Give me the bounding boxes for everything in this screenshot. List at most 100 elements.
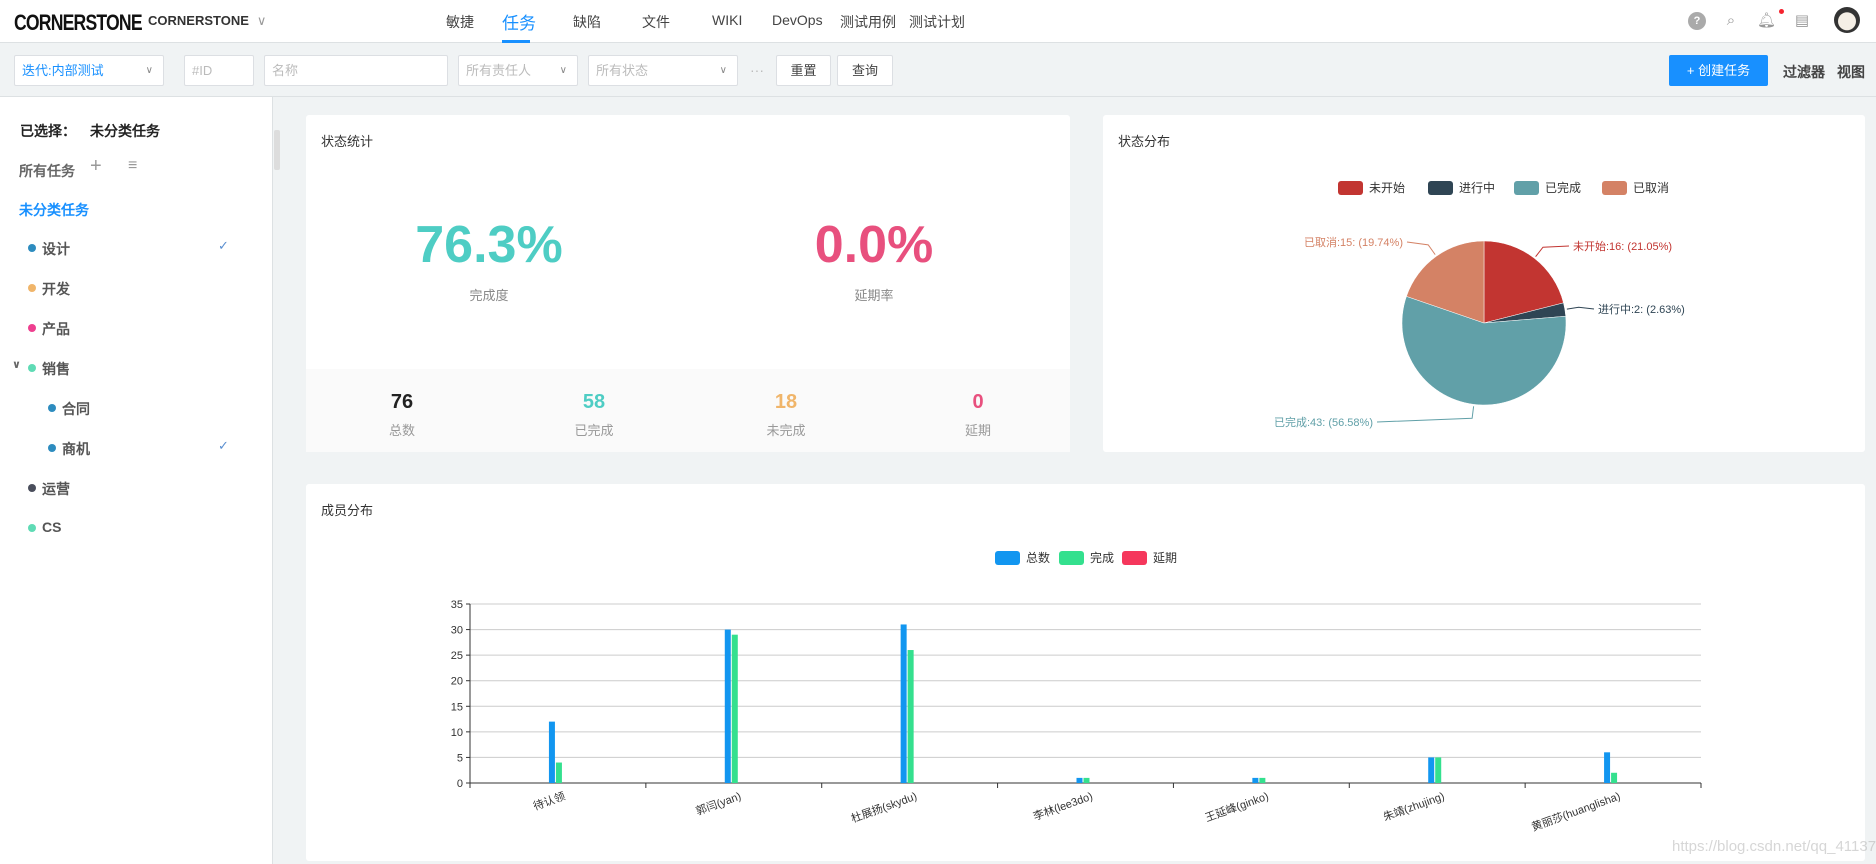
y-tick-label: 10 bbox=[451, 727, 463, 739]
delay-rate-label: 延期率 bbox=[854, 288, 894, 303]
avatar[interactable] bbox=[1834, 7, 1860, 33]
bar[interactable] bbox=[1259, 777, 1266, 783]
stat-item: 0 延期 bbox=[918, 391, 1038, 439]
stat-item: 58 已完成 bbox=[534, 391, 654, 439]
bar[interactable] bbox=[1604, 752, 1611, 783]
stats-row: 76 总数 58 已完成 18 未完成 0 延期 bbox=[306, 369, 1070, 452]
sidebar-category-item[interactable]: 运营 bbox=[0, 478, 273, 498]
bar[interactable] bbox=[555, 762, 562, 783]
nav-tab[interactable]: 测试计划 bbox=[909, 12, 965, 32]
sidebar-category-item[interactable]: 产品 bbox=[0, 318, 273, 338]
pie-label-line bbox=[1566, 306, 1595, 310]
category-color-dot bbox=[28, 524, 36, 532]
top-navbar: CORNERSTONE CORNERSTONE ∨ 敏捷 任务 缺陷 文件 WIKI Dev… bbox=[0, 0, 1876, 44]
pie-label-line bbox=[1406, 241, 1436, 255]
chevron-down-icon: ∨ bbox=[559, 65, 567, 76]
x-tick-label: 朱靖(zhujing) bbox=[1381, 790, 1446, 824]
member-bar-chart: 0 5 10 15 20 25 30 35 待认领 郭闫(yan) 杜展扬(skydu) 李林(lee… bbox=[451, 599, 1702, 834]
uncategorized-tasks-link[interactable]: 未分类任务 bbox=[19, 200, 89, 220]
stat-label: 已完成 bbox=[574, 423, 614, 438]
bar[interactable] bbox=[1435, 757, 1442, 783]
category-label: 设计 bbox=[42, 241, 70, 257]
sidebar-category-item[interactable]: ∨ 销售 bbox=[0, 358, 273, 378]
nav-tab[interactable]: 敏捷 bbox=[446, 12, 474, 32]
sidebar-category-item[interactable]: 合同 bbox=[0, 398, 273, 418]
filter-toolbar: 迭代:内部测试 ∨ #ID 名称 所有责任人 ∨ 所有状态 ∨ ··· 重置 查询 +… bbox=[0, 43, 1876, 97]
category-label: CS bbox=[42, 519, 62, 535]
more-filters-button[interactable]: ··· bbox=[750, 62, 764, 78]
name-input[interactable]: 名称 bbox=[264, 55, 448, 86]
y-tick-label: 30 bbox=[451, 625, 463, 637]
nav-tab[interactable]: WIKI bbox=[712, 12, 742, 28]
category-label: 开发 bbox=[42, 281, 70, 297]
stat-item: 18 未完成 bbox=[726, 391, 846, 439]
bar[interactable] bbox=[1252, 777, 1259, 783]
all-tasks-link[interactable]: 所有任务 bbox=[19, 161, 75, 181]
bar[interactable] bbox=[1083, 777, 1090, 783]
nav-tab[interactable]: 测试用例 bbox=[840, 12, 896, 32]
bar[interactable] bbox=[907, 650, 914, 783]
category-color-dot bbox=[28, 324, 36, 332]
view-button[interactable]: 视图 bbox=[1837, 62, 1865, 82]
y-tick-label: 15 bbox=[451, 701, 463, 713]
calendar-icon[interactable]: ▤ bbox=[1793, 12, 1811, 30]
chevron-down-icon: ∨ bbox=[719, 65, 727, 76]
reset-button[interactable]: 重置 bbox=[776, 55, 831, 86]
nav-tab[interactable]: 文件 bbox=[642, 12, 670, 32]
nav-tab[interactable]: 缺陷 bbox=[573, 12, 601, 32]
x-tick-label: 黄丽莎(huanglisha) bbox=[1529, 789, 1622, 834]
y-tick-label: 35 bbox=[451, 599, 463, 611]
bar[interactable] bbox=[1611, 772, 1618, 783]
sidebar-category-item[interactable]: 商机 ✓ bbox=[0, 438, 273, 458]
completion-label: 完成度 bbox=[469, 288, 509, 303]
sidebar-collapse-handle[interactable] bbox=[274, 130, 280, 170]
help-icon[interactable]: ? bbox=[1688, 12, 1706, 30]
selected-category: 已选择： 未分类任务 bbox=[20, 123, 160, 139]
stat-value: 0 bbox=[972, 391, 984, 413]
stat-label: 未完成 bbox=[766, 423, 806, 438]
y-tick-label: 0 bbox=[457, 778, 463, 790]
id-input[interactable]: #ID bbox=[184, 55, 254, 86]
bar[interactable] bbox=[1428, 757, 1435, 783]
search-icon[interactable]: ⌕ bbox=[1722, 12, 1740, 30]
create-task-button[interactable]: + 创建任务 bbox=[1669, 55, 1768, 86]
category-color-dot bbox=[48, 444, 56, 452]
bar[interactable] bbox=[900, 624, 907, 783]
add-category-icon[interactable]: + bbox=[90, 155, 102, 178]
sidebar-category-item[interactable]: 开发 bbox=[0, 278, 273, 298]
bar[interactable] bbox=[731, 634, 738, 783]
nav-tab[interactable]: 任务 bbox=[502, 9, 536, 34]
y-tick-label: 25 bbox=[451, 650, 463, 662]
category-color-dot bbox=[48, 404, 56, 412]
pie-label: 已完成:43: (56.58%) bbox=[1274, 415, 1373, 429]
bell-icon[interactable]: 🔔︎ bbox=[1757, 12, 1776, 30]
sidebar-category-item[interactable]: 设计 ✓ bbox=[0, 238, 273, 258]
bar[interactable] bbox=[724, 629, 731, 783]
filter-button[interactable]: 过滤器 bbox=[1783, 62, 1825, 82]
stat-value: 76 bbox=[390, 391, 414, 413]
completion-value: 76.3% bbox=[415, 216, 563, 274]
watermark: https://blog.csdn.net/qq_41137493 bbox=[1672, 838, 1876, 855]
chevron-down-icon[interactable]: ∨ bbox=[12, 358, 21, 371]
nav-tab[interactable]: DevOps bbox=[772, 12, 823, 28]
category-label: 运营 bbox=[42, 481, 70, 497]
iteration-select[interactable]: 迭代:内部测试 ∨ bbox=[14, 55, 164, 86]
notification-dot bbox=[1779, 9, 1784, 14]
bar[interactable] bbox=[548, 721, 555, 783]
project-name: CORNERSTONE bbox=[148, 13, 249, 28]
sidebar-category-item[interactable]: CS bbox=[0, 518, 273, 538]
delay-rate-value: 0.0% bbox=[814, 216, 934, 274]
x-tick-label: 待认领 bbox=[531, 789, 567, 813]
x-tick-label: 郭闫(yan) bbox=[694, 790, 743, 818]
status-select[interactable]: 所有状态 ∨ bbox=[588, 55, 738, 86]
card-title: 状态统计 bbox=[321, 134, 374, 149]
menu-icon[interactable]: ≡ bbox=[128, 157, 137, 175]
query-button[interactable]: 查询 bbox=[837, 55, 893, 86]
bar[interactable] bbox=[1076, 777, 1083, 783]
stat-label: 延期 bbox=[964, 423, 991, 438]
stat-item: 76 总数 bbox=[342, 391, 462, 439]
category-label: 商机 bbox=[62, 441, 90, 457]
pie-label: 已取消:15: (19.74%) bbox=[1304, 235, 1403, 249]
project-switcher[interactable]: CORNERSTONE ∨ bbox=[148, 13, 266, 29]
assignee-select[interactable]: 所有责任人 ∨ bbox=[458, 55, 578, 86]
